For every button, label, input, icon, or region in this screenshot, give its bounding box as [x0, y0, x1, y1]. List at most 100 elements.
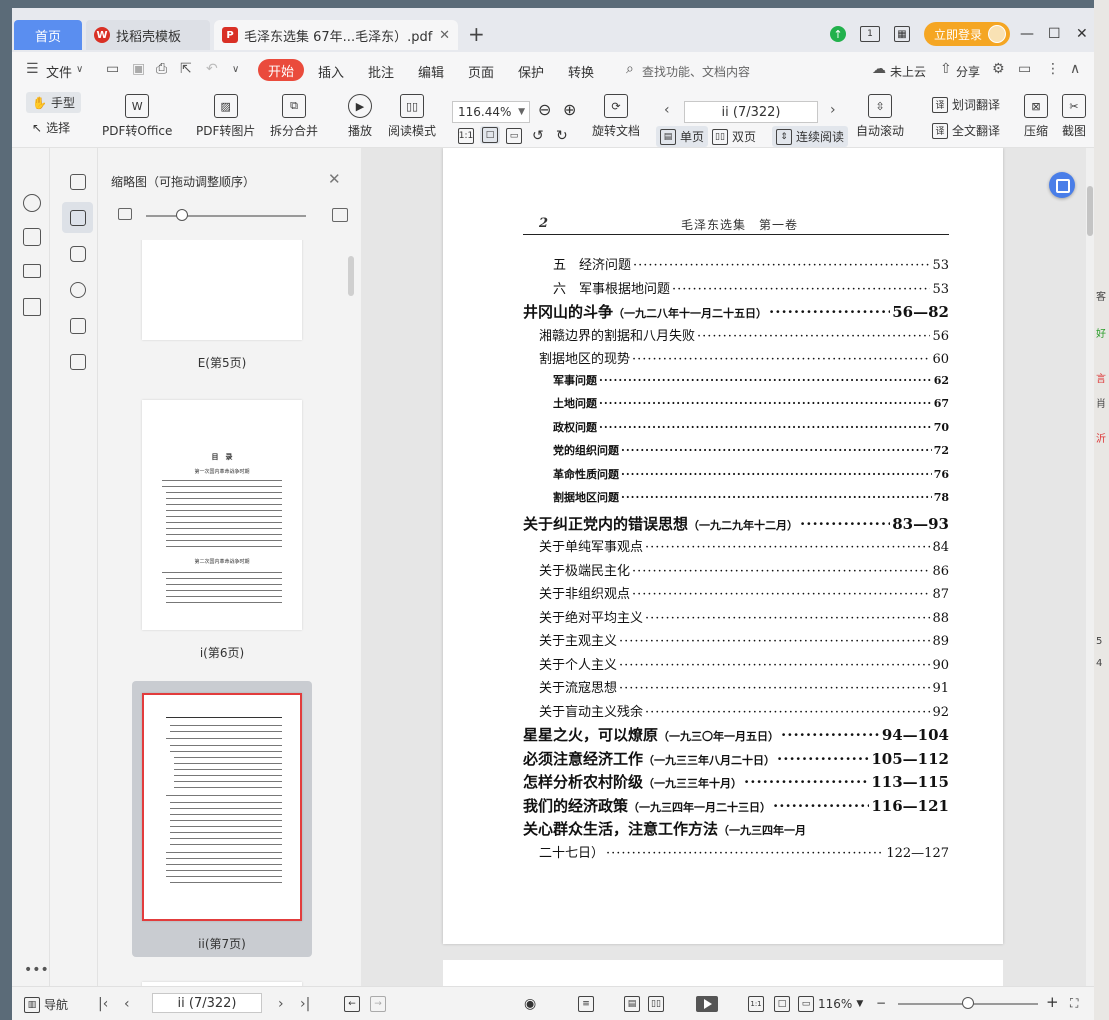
menu-comment[interactable]: 批注 — [368, 62, 394, 81]
more-chevron-icon[interactable]: ∨ — [232, 64, 239, 75]
zoom-in-button[interactable]: + — [1046, 993, 1059, 1011]
update-icon[interactable]: ↑ — [830, 20, 846, 48]
zoom-out-icon[interactable]: ⊖ — [538, 100, 551, 119]
bookmark-icon[interactable] — [70, 174, 86, 190]
login-button[interactable]: 立即登录 — [924, 20, 1011, 48]
thumbnail-size-slider[interactable] — [118, 208, 348, 224]
zoom-dropdown[interactable]: ▭ 116% ▼ — [798, 996, 863, 1012]
close-tab-icon[interactable]: ✕ — [439, 28, 450, 43]
hamburger-icon[interactable]: ☰ — [26, 61, 39, 77]
split-merge-button[interactable]: ⧉ 拆分合并 — [270, 94, 318, 139]
print-icon[interactable]: ⎙ — [156, 61, 167, 77]
collapse-ribbon-icon[interactable]: ∧ — [1070, 61, 1080, 77]
fullscreen-icon[interactable]: ⛶ — [1070, 996, 1078, 1011]
rotate-document-button[interactable]: ⟳ 旋转文档 — [592, 94, 640, 139]
document-view[interactable]: 2 毛泽东选集 第一卷 五 经济问题53六 军事根据地问题53井冈山的斗争（一九… — [361, 148, 1086, 986]
feedback-icon[interactable]: ▭ — [1018, 61, 1031, 77]
pdf-to-image-button[interactable]: ▨ PDF转图片 — [196, 94, 255, 139]
thumbnail-item[interactable] — [132, 972, 312, 986]
zoom-select[interactable]: 116.44% ▼ — [452, 101, 530, 123]
undo-icon[interactable]: ↶ — [206, 61, 218, 77]
back-icon[interactable]: ← — [344, 996, 360, 1012]
layers-icon[interactable] — [70, 354, 86, 370]
status-page-input[interactable]: ii (7/322) — [152, 993, 262, 1013]
close-window-button[interactable]: ✕ — [1076, 20, 1088, 48]
chevron-down-icon[interactable]: ∨ — [76, 64, 83, 75]
search-icon[interactable] — [23, 194, 41, 212]
actual-size-icon[interactable]: 1:1 — [458, 128, 474, 144]
settings-gear-icon[interactable]: ⚙ — [992, 61, 1005, 77]
double-page-icon[interactable]: ▯▯ — [648, 996, 664, 1012]
full-translate-button[interactable]: 译全文翻译 — [932, 122, 1000, 139]
prev-page-icon[interactable]: ‹ — [664, 102, 670, 118]
attachment-icon[interactable] — [70, 282, 86, 298]
menu-page[interactable]: 页面 — [468, 62, 494, 81]
signature-icon[interactable] — [70, 318, 86, 334]
close-panel-icon[interactable]: ✕ — [328, 170, 341, 188]
more-options-icon[interactable]: ⋮ — [1046, 61, 1060, 77]
rotate-left-icon[interactable]: ↺ — [532, 128, 544, 144]
fit-page-icon[interactable]: □ — [480, 126, 500, 144]
menu-file[interactable]: 文件 — [46, 62, 72, 81]
text-scan-icon[interactable] — [23, 298, 41, 316]
thumbnail-item[interactable]: 目 录 第一次国内革命战争时期 第二次国内革命战争时期 i(第6页) — [132, 390, 312, 666]
translate-icon[interactable] — [23, 228, 41, 246]
eye-protection-icon[interactable]: ◉ — [524, 996, 536, 1012]
play-icon[interactable] — [696, 996, 718, 1012]
navigation-button[interactable]: ▥ 导航 — [24, 996, 68, 1013]
prev-page-icon[interactable]: ‹ — [124, 996, 130, 1012]
read-mode-button[interactable]: ▯▯ 阅读模式 — [388, 94, 436, 139]
cloud-status[interactable]: 未上云 — [890, 63, 926, 80]
comment-icon[interactable] — [70, 246, 86, 262]
new-tab-button[interactable]: + — [468, 22, 485, 46]
rotate-right-icon[interactable]: ↻ — [556, 128, 568, 144]
window-layout-icon[interactable]: 1 — [860, 20, 880, 48]
search-input[interactable]: 查找功能、文档内容 — [642, 63, 750, 80]
menu-edit[interactable]: 编辑 — [418, 62, 444, 81]
maximize-button[interactable]: ☐ — [1048, 20, 1061, 48]
export-icon[interactable]: ⇱ — [180, 61, 192, 77]
thumbnail-scrollbar[interactable] — [348, 256, 354, 296]
hand-tool-button[interactable]: ✋ 手型 — [26, 92, 81, 113]
thumbnail-item-selected[interactable]: ii(第7页) — [132, 681, 312, 957]
menu-insert[interactable]: 插入 — [318, 62, 344, 81]
fit-page-icon[interactable]: □ — [774, 996, 790, 1012]
page-number-input[interactable]: ii (7/322) — [684, 101, 818, 123]
open-folder-icon[interactable]: ▭ — [106, 61, 119, 77]
forward-icon[interactable]: → — [370, 996, 386, 1012]
select-tool-button[interactable]: ↖ 选择 — [32, 119, 70, 136]
zoom-slider-knob[interactable] — [962, 997, 974, 1009]
document-scrollbar[interactable] — [1086, 148, 1094, 986]
last-page-icon[interactable]: ›| — [300, 996, 310, 1012]
minimize-button[interactable]: — — [1020, 20, 1034, 48]
more-icon[interactable]: ••• — [24, 962, 49, 978]
thumbnail-item[interactable]: E(第5页) — [132, 240, 312, 374]
thumbnail-icon[interactable] — [70, 210, 86, 226]
actual-size-icon[interactable]: 1:1 — [748, 996, 764, 1012]
next-page-icon[interactable]: › — [278, 996, 284, 1012]
pdf-to-office-button[interactable]: W PDF转Office — [102, 94, 172, 139]
share-button[interactable]: 分享 — [956, 63, 980, 80]
floating-tool-button[interactable] — [1049, 172, 1075, 198]
zoom-out-button[interactable]: − — [876, 996, 886, 1010]
sliders-icon[interactable] — [23, 264, 41, 278]
double-page-button[interactable]: ▯▯ 双页 — [712, 128, 756, 145]
compress-button[interactable]: ⊠ 压缩 — [1024, 94, 1048, 139]
slider-knob[interactable] — [176, 209, 188, 221]
fit-width-icon[interactable]: ▭ — [506, 128, 522, 144]
save-icon[interactable]: ▣ — [132, 61, 145, 77]
screenshot-button[interactable]: ✂ 截图 — [1062, 94, 1086, 139]
word-translate-button[interactable]: 译划词翻译 — [932, 96, 1000, 113]
zoom-in-icon[interactable]: ⊕ — [563, 100, 576, 119]
menu-protect[interactable]: 保护 — [518, 62, 544, 81]
single-page-icon[interactable]: ▤ — [624, 996, 640, 1012]
apps-grid-icon[interactable]: ▦ — [894, 20, 910, 48]
menu-convert[interactable]: 转换 — [568, 62, 594, 81]
first-page-icon[interactable]: |‹ — [98, 996, 108, 1012]
menu-start[interactable]: 开始 — [258, 59, 304, 81]
page-layout-icon[interactable]: ≡ — [578, 996, 594, 1012]
auto-scroll-button[interactable]: ⇳ 自动滚动 — [856, 94, 904, 139]
continuous-read-button[interactable]: ⇕ 连续阅读 — [772, 126, 849, 147]
tab-template[interactable]: W 找稻壳模板 — [86, 20, 210, 50]
tab-document[interactable]: P 毛泽东选集 67年...毛泽东）.pdf ✕ — [214, 20, 458, 50]
